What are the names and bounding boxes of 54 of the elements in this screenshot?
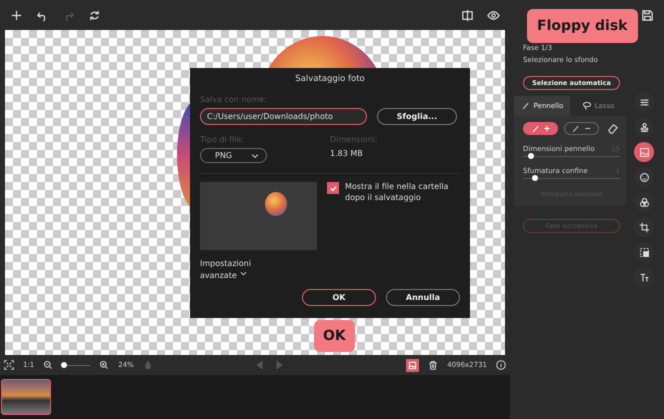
tool-button[interactable]: [634, 217, 654, 237]
image-button[interactable]: [406, 358, 420, 372]
resize-icon: [638, 246, 650, 258]
text-size-icon: [638, 272, 650, 282]
trash-icon[interactable]: [428, 360, 438, 370]
callout-label: Floppy disk: [527, 9, 638, 43]
brush-icon: [530, 124, 541, 134]
tool-button[interactable]: [634, 142, 654, 162]
stamp-icon: [638, 122, 650, 132]
adjustments-icon: [638, 96, 650, 108]
info-icon[interactable]: [496, 360, 506, 370]
compare-icon[interactable]: [461, 8, 474, 22]
image-icon: [638, 146, 650, 158]
plus-icon[interactable]: [10, 8, 23, 22]
eraser-icon: [606, 122, 619, 135]
cancel-button[interactable]: Annulla: [386, 289, 460, 306]
balloon-drawing: [265, 192, 287, 216]
checkbox-label: Mostra il file nella cartella dopo il salvataggio: [345, 182, 450, 204]
floppy-disk-icon[interactable]: [641, 8, 654, 22]
tool-button[interactable]: [634, 267, 654, 287]
tool-button[interactable]: [634, 117, 654, 137]
zoom-out-icon[interactable]: [43, 360, 54, 370]
photo-thumbnail[interactable]: [1, 379, 51, 415]
zoom-slider[interactable]: [62, 362, 90, 368]
ok-button[interactable]: OK: [302, 289, 376, 306]
tool-button[interactable]: [634, 242, 654, 262]
checkbox[interactable]: [327, 182, 339, 194]
browse-button[interactable]: Sfoglia...: [377, 108, 457, 125]
dialog-title: Salvataggio foto: [294, 74, 366, 84]
fit-screen-icon[interactable]: [4, 360, 14, 370]
add-brush-button[interactable]: +: [523, 122, 558, 135]
brush-icon: [571, 124, 582, 134]
eye-icon[interactable]: [487, 8, 500, 22]
check-icon: [328, 184, 338, 192]
circles-icon: [638, 196, 650, 208]
crop-icon: [638, 222, 650, 232]
zoom-in-icon[interactable]: [99, 360, 110, 370]
image-icon: [408, 360, 418, 370]
file-size: 1.83 MB: [330, 149, 364, 158]
tool-button[interactable]: [634, 167, 654, 187]
remove-brush-button[interactable]: −: [564, 122, 599, 135]
path-field[interactable]: C:/Users/user/Downloads/photo: [200, 108, 367, 125]
tool-button[interactable]: [634, 192, 654, 212]
lasso-icon: [582, 101, 592, 111]
tool-button[interactable]: [634, 92, 654, 112]
slider-thumb[interactable]: [60, 362, 67, 368]
brush-icon: [520, 101, 531, 111]
slider-thumb[interactable]: [528, 153, 534, 159]
file-type-dropdown[interactable]: PNG: [200, 148, 267, 163]
refresh-icon[interactable]: [88, 8, 101, 22]
smiley-icon: [638, 172, 650, 182]
advanced-settings-toggle[interactable]: Impostazioni avanzate: [200, 258, 270, 282]
slider-thumb[interactable]: [532, 175, 538, 181]
callout-label: OK: [314, 320, 355, 352]
